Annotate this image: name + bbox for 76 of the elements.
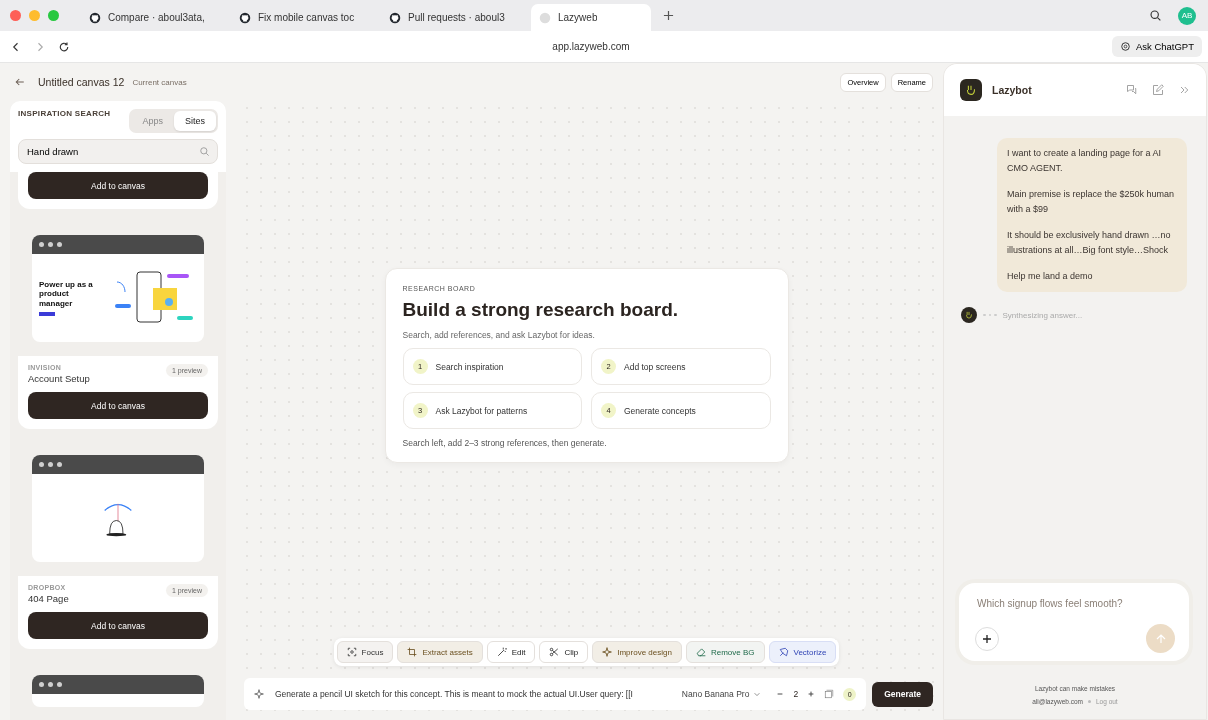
sparkle-icon xyxy=(254,689,264,699)
browser-tab[interactable]: Lazyweb xyxy=(531,4,651,31)
thumbnail-heading: Power up as a product manager xyxy=(39,279,94,309)
canvas-subtitle: Current canvas xyxy=(132,77,187,87)
tool-button[interactable]: Edit xyxy=(486,641,536,663)
canvas-title: Untitled canvas 12 xyxy=(38,76,125,88)
image-count: 2 xyxy=(793,689,799,699)
wand-icon xyxy=(496,647,507,657)
scissors-icon xyxy=(549,647,560,657)
minus-icon[interactable] xyxy=(776,690,785,698)
generate-button[interactable]: Generate xyxy=(872,681,933,707)
step-label: Add top screens xyxy=(624,361,686,372)
github-icon xyxy=(239,11,251,24)
close-window-icon[interactable] xyxy=(10,10,21,21)
tool-button[interactable]: Vectorize xyxy=(768,641,837,663)
tool-button[interactable]: Clip xyxy=(539,641,589,663)
github-icon xyxy=(89,11,101,24)
minimize-window-icon[interactable] xyxy=(29,10,40,21)
plus-icon[interactable] xyxy=(807,690,816,698)
message-paragraph: Main premise is replace the $250k human with a $99 xyxy=(1007,188,1176,216)
github-icon xyxy=(389,11,401,24)
chat-bubbles-icon[interactable] xyxy=(1126,84,1138,96)
crop-icon xyxy=(407,647,418,657)
result-name: 404 Page xyxy=(28,593,69,604)
reload-icon[interactable] xyxy=(58,40,70,53)
images-icon[interactable] xyxy=(824,689,835,699)
chevron-down-icon xyxy=(753,690,762,698)
site-favicon-icon xyxy=(539,11,551,24)
zoom-window-icon[interactable] xyxy=(48,10,59,21)
lazybot-logo-icon xyxy=(960,79,982,101)
message-paragraph: Help me land a demo xyxy=(1007,270,1094,283)
panel-title: INSPIRATION SEARCH xyxy=(18,109,111,118)
ask-chatgpt-button[interactable]: Ask ChatGPT xyxy=(1111,36,1202,57)
add-to-canvas-button[interactable]: Add to canvas xyxy=(28,612,208,639)
arrow-up-icon xyxy=(1154,632,1167,645)
add-to-canvas-button[interactable]: Add to canvas xyxy=(28,172,208,199)
tool-button[interactable]: Extract assets xyxy=(397,641,483,663)
compose-icon[interactable] xyxy=(1152,84,1164,96)
sparkle-icon xyxy=(602,647,613,657)
tool-button[interactable]: Focus xyxy=(336,641,394,663)
search-field[interactable]: Hand drawn xyxy=(18,139,218,164)
focus-icon xyxy=(346,647,357,657)
message-paragraph: It should be exclusively hand drawn …no illustrations at all…Big font style…Shock xyxy=(1007,229,1172,257)
browser-tab[interactable]: Compare · aboul3ata, xyxy=(81,4,229,31)
browser-tab[interactable]: Fix mobile canvas toc xyxy=(231,4,379,31)
board-subtitle: Search, add references, and ask Lazybot for ideas. xyxy=(402,330,596,340)
tool-button[interactable]: Remove BG xyxy=(685,641,765,663)
step-label: Ask Lazybot for patterns xyxy=(435,405,528,416)
search-icon[interactable] xyxy=(1149,9,1162,22)
screenshot-thumbnail[interactable] xyxy=(32,675,204,707)
eraser-icon xyxy=(695,647,706,657)
thumbnail-button-drawing xyxy=(39,312,55,317)
send-button[interactable] xyxy=(1146,624,1175,653)
add-to-canvas-button[interactable]: Add to canvas xyxy=(28,392,208,419)
screenshot-thumbnail[interactable]: Power up as a product manager xyxy=(32,235,204,342)
plus-icon xyxy=(982,633,992,644)
screenshot-thumbnail[interactable] xyxy=(32,455,204,562)
board-hint: Search left, add 2–3 strong references, then generate. xyxy=(402,438,608,448)
chat-title: Lazybot xyxy=(992,84,1032,96)
message-paragraph: I want to create a landing page for a AI CMO AGENT. xyxy=(1007,147,1163,175)
step-label: Generate concepts xyxy=(624,405,696,416)
result-name: Account Setup xyxy=(28,373,90,384)
new-tab-icon[interactable] xyxy=(663,10,674,21)
lazybot-avatar-icon xyxy=(961,307,977,323)
address-bar[interactable]: app.lazyweb.com xyxy=(82,41,1100,52)
browser-tab[interactable]: Pull requests · aboul3 xyxy=(381,4,529,31)
model-dropdown[interactable]: Nano Banana Pro xyxy=(675,688,768,700)
status-text: Synthesizing answer... xyxy=(1002,310,1083,320)
step-label: Search inspiration xyxy=(435,361,504,372)
board-title: Build a strong research board. xyxy=(402,299,680,321)
attach-button[interactable] xyxy=(975,626,999,651)
segment-tab[interactable]: Sites xyxy=(174,111,216,131)
tool-button[interactable]: Improve design xyxy=(592,641,682,663)
back-arrow-icon[interactable] xyxy=(14,76,26,88)
pen-icon xyxy=(778,647,789,657)
collapse-icon[interactable] xyxy=(1178,84,1190,96)
